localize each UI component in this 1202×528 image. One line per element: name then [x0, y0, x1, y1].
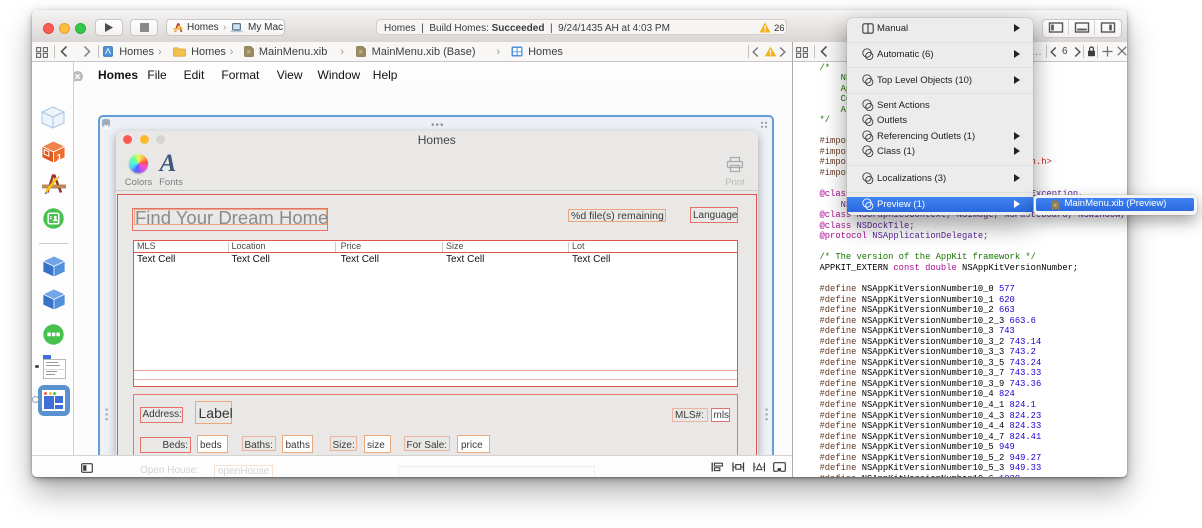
svg-text:1: 1 — [57, 152, 63, 163]
